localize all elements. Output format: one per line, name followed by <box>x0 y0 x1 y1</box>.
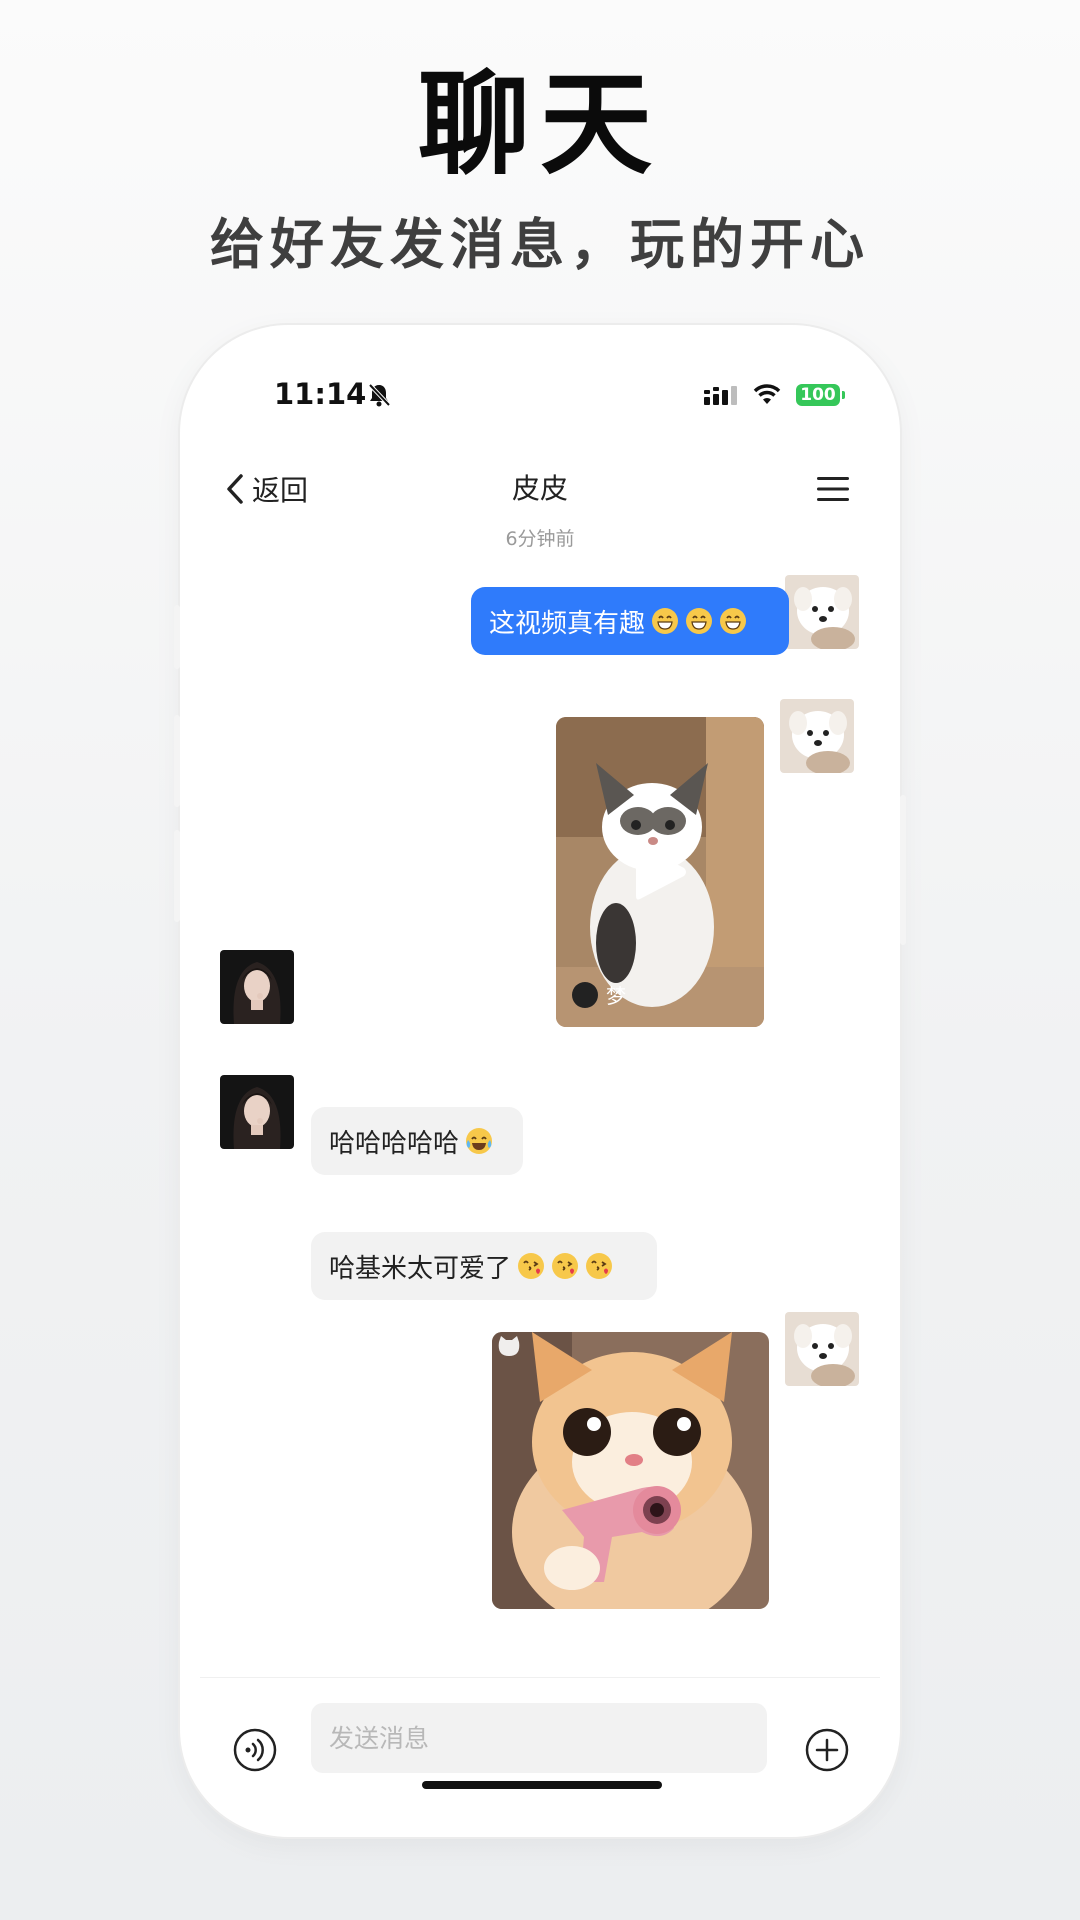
video-message[interactable]: 梦 <box>556 717 764 1027</box>
add-attachment-icon[interactable] <box>804 1727 850 1773</box>
message-text: 这视频真有趣 <box>489 608 646 639</box>
play-icon[interactable] <box>630 839 690 905</box>
composer-divider <box>200 1677 880 1678</box>
message-text: 哈基米太可爱了 <box>329 1253 512 1284</box>
tears-of-joy-emoji <box>466 1128 493 1154</box>
contact-avatar[interactable] <box>220 950 294 1024</box>
voice-input-icon[interactable] <box>232 1727 278 1773</box>
phone-side-button <box>900 795 906 945</box>
chat-contact-name: 皮皮 <box>511 472 568 505</box>
page-headline: 聊天 <box>418 60 662 190</box>
my-avatar[interactable] <box>785 1312 859 1386</box>
grinning-face-emoji <box>686 608 713 634</box>
status-time: 11:14 <box>274 377 367 411</box>
grinning-face-emoji <box>720 608 747 634</box>
wifi-icon <box>753 384 781 404</box>
message-input[interactable] <box>311 1703 767 1773</box>
chat-screen: 11:14 100 返回 皮皮 6分钟前 这视频真有趣 梦 哈哈哈哈哈 哈基米太… <box>200 347 880 1815</box>
image-message[interactable] <box>492 1332 769 1609</box>
white-dog-avatar-image <box>780 699 854 773</box>
phone-frame: 11:14 100 返回 皮皮 6分钟前 这视频真有趣 梦 哈哈哈哈哈 哈基米太… <box>174 325 906 1837</box>
phone-side-button <box>174 605 180 669</box>
cat-sticker-icon <box>498 1336 520 1356</box>
orange-cat-with-toy-gun-image <box>492 1332 769 1609</box>
message-bubble-incoming[interactable]: 哈基米太可爱了 <box>311 1232 657 1300</box>
home-indicator[interactable] <box>422 1781 662 1789</box>
white-dog-avatar-image <box>785 1312 859 1386</box>
message-text: 哈哈哈哈哈 <box>329 1128 460 1159</box>
kissing-face-emoji <box>552 1253 579 1279</box>
grinning-face-emoji <box>652 608 679 634</box>
my-avatar[interactable] <box>780 699 854 773</box>
video-author-name: 梦 <box>606 984 626 1008</box>
signal-icon <box>704 386 737 405</box>
page-subheadline: 给好友发消息，玩的开心 <box>210 213 870 276</box>
battery-indicator: 100 <box>796 384 840 406</box>
my-avatar[interactable] <box>785 575 859 649</box>
kissing-face-emoji <box>586 1253 613 1279</box>
phone-side-button <box>174 715 180 807</box>
phone-side-button <box>174 830 180 922</box>
white-dog-avatar-image <box>785 575 859 649</box>
video-author: 梦 <box>572 980 626 1009</box>
girl-avatar-image <box>220 1075 294 1149</box>
contact-avatar[interactable] <box>220 1075 294 1149</box>
bell-muted-icon <box>368 383 391 407</box>
message-bubble-incoming[interactable]: 哈哈哈哈哈 <box>311 1107 523 1175</box>
message-bubble-outgoing[interactable]: 这视频真有趣 <box>471 587 789 655</box>
girl-avatar-image <box>220 950 294 1024</box>
battery-tip <box>842 391 845 399</box>
author-avatar-icon <box>572 981 598 1008</box>
kissing-face-emoji <box>518 1253 545 1279</box>
message-timestamp: 6分钟前 <box>505 528 575 550</box>
menu-icon[interactable] <box>816 475 850 503</box>
